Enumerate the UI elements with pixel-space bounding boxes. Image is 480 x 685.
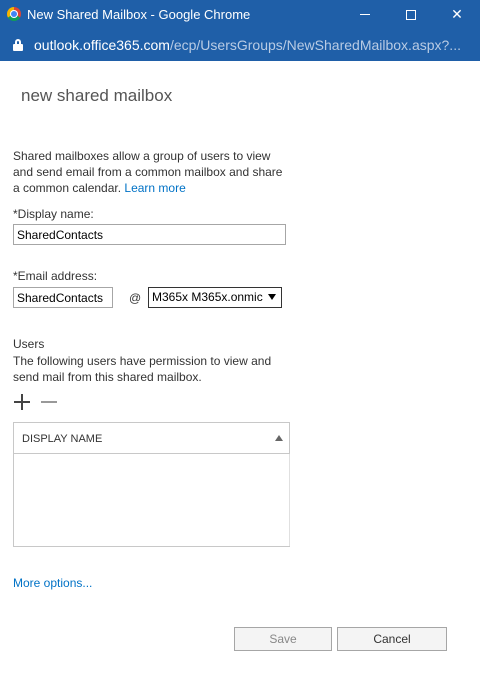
intro-text: Shared mailboxes allow a group of users … — [13, 148, 283, 196]
display-name-label: *Display name: — [13, 207, 94, 221]
page-title: new shared mailbox — [21, 86, 173, 105]
minimize-icon — [360, 14, 370, 15]
more-options-link[interactable]: More options... — [13, 576, 92, 590]
plus-icon[interactable] — [14, 394, 30, 410]
domain-selected-value: M365x M365x.onmic — [152, 290, 263, 304]
email-alias-input[interactable] — [13, 287, 113, 308]
column-display-name: DISPLAY NAME — [22, 433, 103, 445]
learn-more-link[interactable]: Learn more — [124, 181, 185, 195]
address-bar[interactable]: outlook.office365.com/ecp/UsersGroups/Ne… — [0, 29, 480, 61]
maximize-icon — [406, 9, 416, 20]
email-label: *Email address: — [13, 269, 98, 283]
window-title: New Shared Mailbox - Google Chrome — [27, 7, 251, 22]
url-path: /ecp/UsersGroups/NewSharedMailbox.aspx?.… — [169, 37, 461, 53]
close-button[interactable]: ✕ — [434, 0, 480, 29]
url-text[interactable]: outlook.office365.com/ecp/UsersGroups/Ne… — [34, 37, 461, 53]
chrome-icon — [7, 7, 21, 21]
minimize-button[interactable] — [342, 0, 388, 29]
users-table: DISPLAY NAME — [13, 422, 290, 547]
window-titlebar: New Shared Mailbox - Google Chrome ✕ — [0, 0, 480, 29]
cancel-button[interactable]: Cancel — [337, 627, 447, 651]
table-scrollbar[interactable] — [289, 454, 290, 546]
display-name-input[interactable] — [13, 224, 286, 245]
minus-icon[interactable] — [41, 401, 57, 403]
table-header[interactable]: DISPLAY NAME — [14, 423, 289, 454]
lock-icon — [13, 39, 23, 51]
url-host: outlook.office365.com — [34, 37, 170, 53]
dropdown-arrow-icon — [268, 294, 276, 300]
users-label: Users — [13, 337, 45, 351]
sort-ascending-icon — [275, 435, 283, 441]
at-sign: @ — [129, 291, 142, 305]
maximize-button[interactable] — [388, 0, 434, 29]
users-description: The following users have permission to v… — [13, 354, 272, 384]
save-button[interactable]: Save — [234, 627, 332, 651]
domain-select[interactable]: M365x M365x.onmic — [148, 287, 282, 308]
